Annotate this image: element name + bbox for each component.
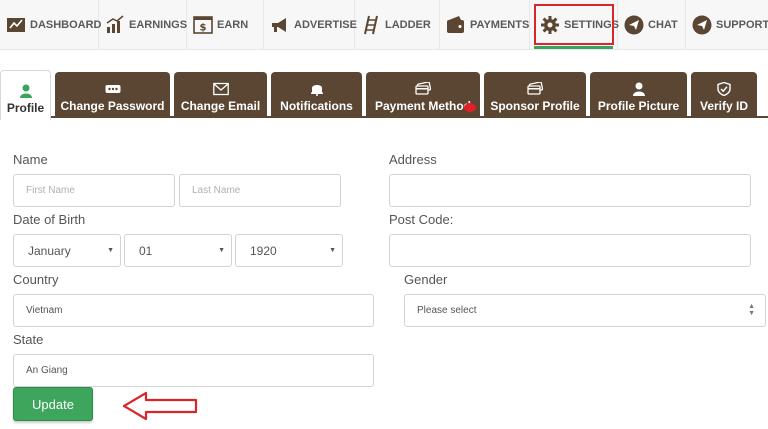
- tab-label: Profile Picture: [597, 99, 680, 113]
- nav-item-chat[interactable]: CHAT: [618, 0, 686, 49]
- nav-item-label: CHAT: [648, 18, 678, 31]
- gear-icon: [541, 15, 559, 34]
- name-label: Name: [13, 152, 48, 167]
- nav-item-label: SETTINGS: [564, 18, 620, 31]
- megaphone-icon: [272, 17, 286, 32]
- user-icon: [19, 84, 32, 98]
- nav-item-label: EARN: [217, 18, 249, 31]
- caret-down-icon: ▼: [107, 247, 114, 254]
- dob-month-select[interactable]: January ▼: [13, 234, 121, 267]
- red-arrow-annotation-icon: [122, 391, 198, 421]
- dob-month-value: January: [28, 243, 71, 258]
- last-name-input[interactable]: Last Name: [179, 174, 341, 207]
- paper-plane-icon: [692, 15, 712, 34]
- update-button[interactable]: Update: [13, 387, 93, 421]
- shield-check-icon: [717, 82, 731, 96]
- state-input[interactable]: An Giang: [13, 354, 374, 387]
- dollar-window-icon: $: [193, 15, 213, 34]
- notification-dot: [464, 103, 476, 112]
- country-label: Country: [13, 272, 59, 287]
- nav-item-label: PAYMENTS: [470, 18, 530, 31]
- nav-item-advertise[interactable]: ADVERTISE: [264, 0, 357, 49]
- gender-value: Please select: [417, 305, 477, 316]
- caret-down-icon: ▼: [329, 247, 336, 254]
- tab-label: Verify ID: [699, 99, 749, 113]
- caret-down-icon: ▼: [218, 247, 225, 254]
- password-dots-icon: [105, 85, 120, 93]
- tab-label: Notifications: [280, 99, 353, 113]
- wallet-icon: [447, 15, 464, 33]
- dob-year-select[interactable]: 1920 ▼: [235, 234, 343, 267]
- dob-label: Date of Birth: [13, 212, 86, 227]
- top-navigation: DASHBOARD EARNINGS $ EARN ADVERTISE LADD…: [0, 0, 768, 50]
- dashboard-icon: [7, 17, 25, 32]
- nav-item-payments[interactable]: PAYMENTS: [440, 0, 530, 49]
- settings-tabs: Profile Change Password Change Email Not…: [0, 66, 768, 120]
- envelope-icon: [212, 82, 229, 96]
- nav-item-label: DASHBOARD: [30, 18, 102, 31]
- tab-notifications[interactable]: Notifications: [271, 72, 362, 118]
- nav-item-label: LADDER: [385, 18, 431, 31]
- tab-verify-id[interactable]: Verify ID: [691, 72, 757, 118]
- nav-item-dashboard[interactable]: DASHBOARD: [0, 0, 102, 49]
- gender-select[interactable]: Please select ▲ ▼: [404, 294, 766, 327]
- nav-item-support[interactable]: SUPPORT: [686, 0, 768, 49]
- address-input[interactable]: [389, 174, 751, 207]
- tab-label: Sponsor Profile: [490, 99, 580, 113]
- tab-payment-method[interactable]: Payment Method: [366, 72, 480, 118]
- nav-item-label: SUPPORT: [716, 18, 768, 31]
- tab-profile-picture[interactable]: Profile Picture: [590, 72, 687, 118]
- tab-change-email[interactable]: Change Email: [174, 72, 267, 118]
- tab-label: Change Email: [180, 99, 261, 113]
- nav-item-ladder[interactable]: LADDER: [355, 0, 440, 49]
- state-label: State: [13, 332, 44, 347]
- tab-label: Change Password: [60, 99, 165, 113]
- postcode-input[interactable]: [389, 234, 751, 267]
- earnings-chart-icon: [106, 14, 124, 33]
- country-input[interactable]: Vietnam: [13, 294, 374, 327]
- ladder-icon: [364, 15, 378, 34]
- dob-day-select[interactable]: 01 ▼: [124, 234, 232, 267]
- nav-item-earnings[interactable]: EARNINGS: [99, 0, 187, 49]
- user-icon: [632, 82, 645, 96]
- cards-icon: [415, 82, 431, 95]
- nav-item-label: ADVERTISE: [294, 18, 357, 31]
- bell-icon: [310, 85, 323, 96]
- paper-plane-icon: [624, 15, 644, 34]
- svg-text:$: $: [200, 22, 207, 33]
- dob-year-value: 1920: [250, 243, 277, 258]
- select-arrows-icon: ▲ ▼: [748, 303, 755, 317]
- tab-label: Payment Method: [374, 99, 471, 113]
- nav-item-earn[interactable]: $ EARN: [187, 0, 264, 49]
- postcode-label: Post Code:: [389, 212, 454, 227]
- dob-day-value: 01: [139, 243, 153, 258]
- tab-sponsor-profile[interactable]: Sponsor Profile: [484, 72, 586, 118]
- tab-profile[interactable]: Profile: [0, 70, 51, 120]
- tab-change-password[interactable]: Change Password: [55, 72, 170, 118]
- address-label: Address: [389, 152, 437, 167]
- nav-item-label: EARNINGS: [129, 18, 188, 31]
- first-name-input[interactable]: First Name: [13, 174, 175, 207]
- cards-icon: [527, 82, 543, 95]
- tab-label: Profile: [6, 101, 45, 115]
- gender-label: Gender: [404, 272, 448, 287]
- nav-item-settings[interactable]: SETTINGS: [530, 0, 620, 49]
